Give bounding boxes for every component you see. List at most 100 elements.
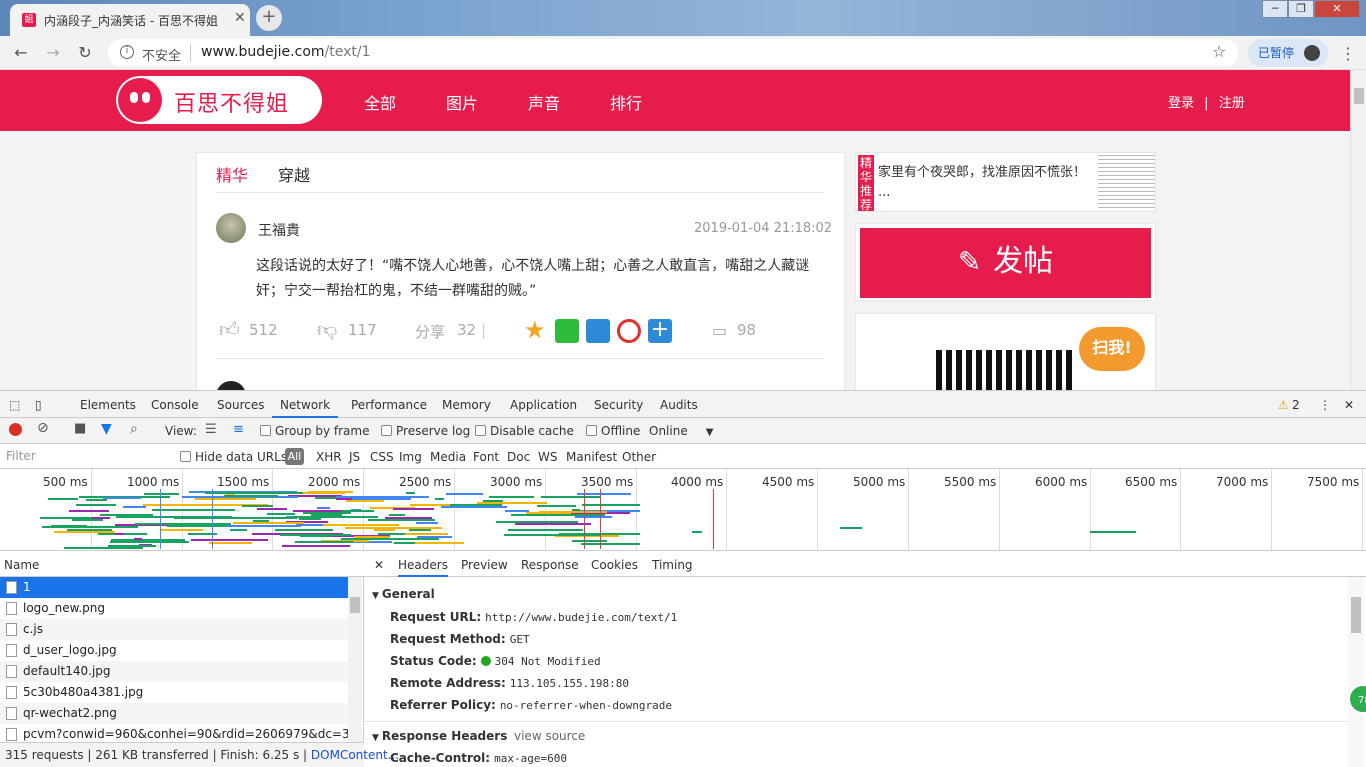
site-logo[interactable]: 百思不得姐 (116, 76, 322, 124)
request-row[interactable]: d_user_logo.jpg (0, 640, 348, 661)
post-text[interactable]: 这段话说的太好了！“嘴不饶人心地善，心不饶人嘴上甜；心善之人敢直言，嘴甜之人藏谜… (256, 254, 826, 304)
thumbs-down-icon[interactable]: 👎︎ (317, 317, 337, 342)
detail-scrollbar[interactable] (1348, 577, 1364, 767)
url-text[interactable]: www.budejie.com/text/1 (201, 44, 371, 60)
maximize-button[interactable]: ❐ (1288, 0, 1314, 18)
list-view-icon[interactable]: ☰ (205, 422, 217, 437)
devtools-close-icon[interactable]: ✕ (1344, 398, 1354, 412)
tab-close-icon[interactable]: ✕ (234, 10, 246, 26)
tab-security[interactable]: Security (594, 398, 643, 412)
warning-icon[interactable]: ⚠ (1278, 398, 1289, 412)
request-list-scrollbar[interactable] (348, 577, 362, 742)
request-row[interactable]: default140.jpg (0, 661, 348, 682)
devtools-menu-icon[interactable]: ⋮ (1319, 398, 1331, 412)
disable-cache-checkbox[interactable]: Disable cache (475, 424, 574, 438)
share-label[interactable]: 分享 (415, 321, 445, 342)
tab-headers[interactable]: Headers (398, 558, 448, 577)
window-close-button[interactable]: ✕ (1314, 0, 1360, 18)
filter-type-xhr[interactable]: XHR (316, 450, 342, 464)
qq-icon[interactable] (586, 319, 610, 343)
request-row[interactable]: qr-wechat2.png (0, 703, 348, 724)
filter-type-js[interactable]: JS (349, 450, 360, 464)
tab-console[interactable]: Console (151, 398, 199, 412)
page-scrollbar[interactable] (1350, 70, 1366, 390)
request-row[interactable]: c.js (0, 619, 348, 640)
login-link[interactable]: 登录 (1168, 96, 1194, 111)
network-overview-timeline[interactable]: 500 ms 1000 ms 1500 ms 2000 ms 2500 ms 3000 m… (0, 469, 1366, 551)
scrollbar-thumb[interactable] (350, 597, 360, 613)
record-icon[interactable] (9, 423, 22, 436)
recommend-text[interactable]: 家里有个夜哭郎，找准原因不慌张！ ... (878, 163, 1088, 203)
filter-type-ws[interactable]: WS (538, 450, 557, 464)
address-bar[interactable]: i 不安全 www.budejie.com/text/1 ☆ (108, 39, 1238, 67)
filter-type-font[interactable]: Font (473, 450, 499, 464)
filter-type-other[interactable]: Other (622, 450, 656, 464)
tab-cookies[interactable]: Cookies (591, 558, 638, 572)
qzone-star-icon[interactable]: ★ (524, 316, 548, 344)
warning-count[interactable]: 2 (1292, 398, 1300, 412)
device-toolbar-icon[interactable]: ▯ (35, 398, 42, 412)
nav-ranking[interactable]: 排行 (610, 90, 642, 114)
new-post-button[interactable]: ✎ 发帖 (860, 228, 1151, 298)
wechat-icon[interactable] (555, 319, 579, 343)
scrollbar-thumb[interactable] (1354, 88, 1364, 104)
inspect-element-icon[interactable]: ⬚ (9, 398, 20, 412)
tab-time-travel[interactable]: 穿越 (278, 162, 310, 186)
view-source-link[interactable]: view source (514, 729, 585, 743)
minimize-button[interactable]: ─ (1262, 0, 1288, 18)
filter-input[interactable]: Filter (2, 447, 166, 466)
nav-audio[interactable]: 声音 (528, 90, 560, 114)
browser-menu-icon[interactable]: ⋮ (1340, 44, 1356, 63)
tab-featured[interactable]: 精华 (216, 162, 248, 186)
tab-sources[interactable]: Sources (217, 398, 264, 412)
filter-type-media[interactable]: Media (430, 450, 466, 464)
request-row[interactable]: logo_new.png (0, 598, 348, 619)
filter-type-all[interactable]: All (285, 448, 304, 465)
preserve-log-checkbox[interactable]: Preserve log (381, 424, 470, 438)
filter-type-css[interactable]: CSS (370, 450, 394, 464)
new-tab-button[interactable]: + (256, 5, 282, 31)
tab-preview[interactable]: Preview (461, 558, 508, 572)
forward-arrow-icon[interactable]: → (42, 42, 64, 64)
scrollbar-thumb[interactable] (1351, 597, 1361, 633)
avatar[interactable] (216, 381, 246, 390)
weibo-icon[interactable] (617, 319, 641, 343)
tab-audits[interactable]: Audits (660, 398, 698, 412)
general-section-toggle[interactable]: ▼ General (372, 587, 435, 601)
thumbs-up-icon[interactable]: 👍︎ (219, 317, 240, 342)
filter-type-manifest[interactable]: Manifest (566, 450, 617, 464)
tab-elements[interactable]: Elements (80, 398, 136, 412)
throttling-select[interactable]: Online ▼ (649, 424, 713, 438)
filter-type-img[interactable]: Img (399, 450, 422, 464)
search-icon[interactable]: ⌕ (130, 421, 138, 437)
filter-type-doc[interactable]: Doc (507, 450, 530, 464)
waterfall-view-icon[interactable]: ≡ (233, 422, 244, 437)
more-share-icon[interactable]: + (648, 319, 672, 343)
request-row[interactable]: 1 (0, 577, 348, 598)
nav-images[interactable]: 图片 (446, 90, 478, 114)
bookmark-star-icon[interactable]: ☆ (1212, 42, 1226, 61)
tab-response[interactable]: Response (521, 558, 579, 572)
clear-icon[interactable]: ⊘ (37, 420, 49, 436)
tab-memory[interactable]: Memory (442, 398, 491, 412)
back-arrow-icon[interactable]: ← (10, 42, 32, 64)
sync-paused-button[interactable]: 已暂停 (1248, 39, 1328, 67)
comment-icon[interactable]: ▭ (712, 321, 727, 340)
browser-tab[interactable]: 姐 内涵段子_内涵笑话 - 百思不得姐 ✕ (10, 4, 250, 36)
group-by-frame-checkbox[interactable]: Group by frame (260, 424, 369, 438)
tab-timing[interactable]: Timing (652, 558, 693, 572)
tab-application[interactable]: Application (510, 398, 577, 412)
register-link[interactable]: 注册 (1219, 96, 1245, 111)
info-icon[interactable]: i (120, 45, 134, 59)
capture-screenshots-icon[interactable]: ■ (74, 421, 86, 436)
post-author[interactable]: 王福貴 (258, 220, 300, 240)
tab-network[interactable]: Network (272, 398, 338, 418)
reload-icon[interactable]: ↻ (74, 42, 96, 64)
offline-checkbox[interactable]: Offline (586, 424, 640, 438)
featured-recommendation[interactable]: 精华推荐 家里有个夜哭郎，找准原因不慌张！ ... (855, 152, 1156, 212)
avatar[interactable] (216, 213, 246, 243)
filter-icon[interactable]: ▼ (101, 421, 112, 437)
nav-all[interactable]: 全部 (364, 90, 396, 114)
close-detail-icon[interactable]: ✕ (374, 558, 384, 572)
request-row[interactable]: pcvm?conwid=960&conhei=90&rdid=2606979&d… (0, 724, 348, 742)
